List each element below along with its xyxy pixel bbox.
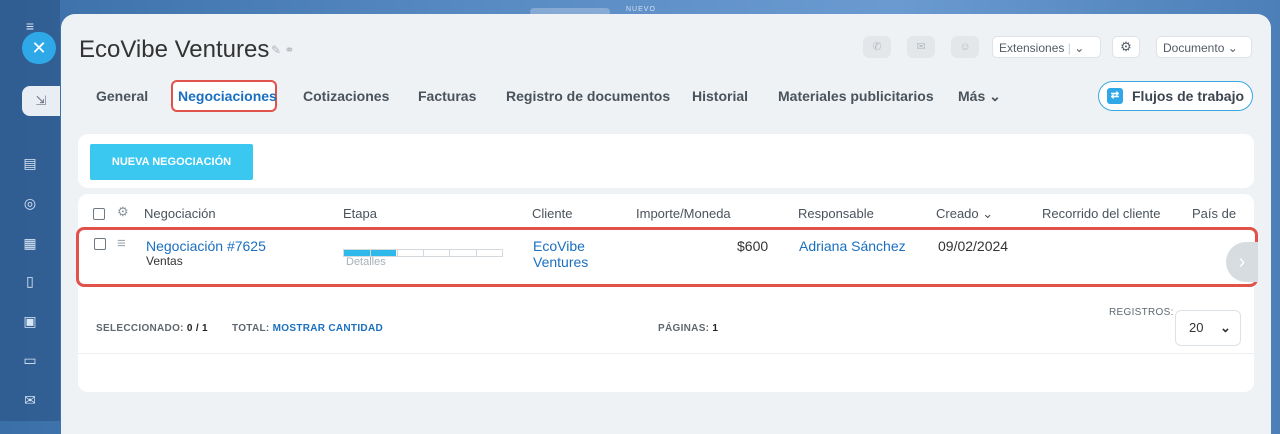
workflow-icon: ⇄ <box>1107 88 1123 104</box>
scroll-right-button[interactable]: › <box>1226 242 1258 282</box>
drive-icon[interactable]: ▭ <box>22 352 38 368</box>
calendar-icon[interactable]: ▦ <box>22 235 38 251</box>
tab-materiales-publicitarios[interactable]: Materiales publicitarios <box>778 88 934 104</box>
column-header-cliente[interactable]: Cliente <box>532 206 572 221</box>
tab-historial[interactable]: Historial <box>692 88 748 104</box>
stage-segment-divider <box>476 250 477 256</box>
stage-segment-divider <box>449 250 450 256</box>
pages-value: 1 <box>712 323 719 334</box>
close-icon: ✕ <box>31 38 47 58</box>
close-slider-button[interactable]: ✕ <box>22 32 56 64</box>
records-per-page-select[interactable]: 20 ⌄ <box>1175 310 1241 346</box>
minimize-slider-button[interactable]: ⇲ <box>22 86 60 116</box>
entity-slider-panel: EcoVibe Ventures ✎ ⚭ ✆ ✉ ☺ Extensiones |… <box>61 14 1271 434</box>
tab-bar: General Negociaciones Cotizaciones Factu… <box>79 80 1259 116</box>
page-title: EcoVibe Ventures <box>79 36 270 63</box>
workflows-button[interactable]: ⇄ Flujos de trabajo <box>1098 81 1253 111</box>
chevron-right-icon: › <box>1238 251 1246 273</box>
new-deal-button[interactable]: NUEVA NEGOCIACIÓN <box>90 144 253 180</box>
stage-segment-divider <box>370 250 371 256</box>
pencil-icon[interactable]: ✎ <box>271 43 281 57</box>
records-label: REGISTROS: <box>1109 307 1174 318</box>
app-sidebar: ≡ ▤ ◎ ▦ ▯ ▣ ▭ ✉ <box>0 0 60 421</box>
total-count: TOTAL: MOSTRAR CANTIDAD <box>232 323 383 334</box>
minimize-icon: ⇲ <box>35 93 47 108</box>
title-edit-icons[interactable]: ✎ ⚭ <box>271 43 294 57</box>
stage-segment-divider <box>397 250 398 256</box>
stage-segment-divider <box>423 250 424 256</box>
column-header-importe[interactable]: Importe/Moneda <box>636 206 731 221</box>
column-header-etapa[interactable]: Etapa <box>343 206 377 221</box>
show-count-link[interactable]: MOSTRAR CANTIDAD <box>273 323 383 334</box>
deal-pipeline: Ventas <box>146 254 183 268</box>
tab-facturas[interactable]: Facturas <box>418 88 476 104</box>
tab-mas-label: Más <box>958 88 986 104</box>
responsible-link[interactable]: Adriana Sánchez <box>799 238 906 254</box>
select-all-checkbox[interactable] <box>93 208 105 220</box>
row-checkbox[interactable] <box>94 238 106 250</box>
tab-general[interactable]: General <box>96 88 148 104</box>
created-date: 09/02/2024 <box>938 238 1009 254</box>
toolbar-card: NUEVA NEGOCIACIÓN <box>78 134 1254 188</box>
chat-button[interactable]: ☺ <box>951 36 979 58</box>
deal-amount: $600 <box>737 238 769 254</box>
tab-negociaciones[interactable]: Negociaciones <box>178 88 277 104</box>
client-link-line2[interactable]: Ventures <box>533 254 588 270</box>
call-button[interactable]: ✆ <box>863 36 891 58</box>
tab-registro-documentos[interactable]: Registro de documentos <box>506 88 670 104</box>
selected-count: SELECCIONADO: 0 / 1 <box>96 323 208 334</box>
deals-grid: ⚙ Negociación Etapa Cliente Importe/Mone… <box>78 194 1254 392</box>
mail-icon[interactable]: ✉ <box>22 392 38 408</box>
extensions-label: Extensiones <box>999 41 1065 55</box>
sort-desc-icon: ⌄ <box>982 206 994 221</box>
board-icon[interactable]: ▣ <box>22 313 38 329</box>
phone-icon: ✆ <box>872 41 882 53</box>
records-value: 20 <box>1189 320 1204 335</box>
extensions-button[interactable]: Extensiones | ⌄ <box>992 36 1101 58</box>
settings-button[interactable]: ⚙ <box>1112 36 1140 58</box>
envelope-icon: ✉ <box>916 41 926 53</box>
column-header-responsable[interactable]: Responsable <box>798 206 874 221</box>
document-label: Documento <box>1163 41 1225 55</box>
total-label: TOTAL: <box>232 323 270 334</box>
stage-progress-bar[interactable] <box>343 249 503 257</box>
selected-label: SELECCIONADO: <box>96 323 184 334</box>
chat-icon: ☺ <box>959 41 971 53</box>
document-icon[interactable]: ▤ <box>22 155 38 171</box>
column-header-recorrido[interactable]: Recorrido del cliente <box>1042 206 1161 221</box>
column-header-creado-label: Creado <box>936 206 979 221</box>
row-menu-icon[interactable]: ≡ <box>117 235 126 252</box>
chevron-down-icon: ⌄ <box>1220 320 1231 335</box>
table-row[interactable]: ≡ Negociación #7625 Ventas Detalles EcoV… <box>76 227 1258 287</box>
column-header-creado[interactable]: Creado ⌄ <box>936 206 993 222</box>
footer-divider <box>78 353 1254 354</box>
gear-icon: ⚙ <box>1120 39 1132 54</box>
file-icon[interactable]: ▯ <box>22 273 38 289</box>
column-header-negociacion[interactable]: Negociación <box>144 206 216 221</box>
document-button[interactable]: Documento ⌄ <box>1156 36 1252 58</box>
client-link-line1[interactable]: EcoVibe <box>533 238 585 254</box>
tab-cotizaciones[interactable]: Cotizaciones <box>303 88 389 104</box>
column-header-pais[interactable]: País de <box>1192 206 1236 221</box>
grid-settings-icon[interactable]: ⚙ <box>117 204 129 220</box>
pages-count: PÁGINAS: 1 <box>658 323 718 334</box>
link-icon[interactable]: ⚭ <box>284 43 294 57</box>
top-new-badge: NUEVO <box>626 6 656 13</box>
email-button[interactable]: ✉ <box>907 36 935 58</box>
selected-value: 0 / 1 <box>186 323 208 334</box>
workflows-label: Flujos de trabajo <box>1132 88 1245 104</box>
chevron-down-icon: ⌄ <box>989 88 1001 104</box>
deal-link[interactable]: Negociación #7625 <box>146 238 266 254</box>
target-icon[interactable]: ◎ <box>22 195 38 211</box>
tab-mas[interactable]: Más ⌄ <box>958 88 1001 105</box>
pages-label: PÁGINAS: <box>658 323 710 334</box>
chevron-down-icon: ⌄ <box>1074 41 1085 55</box>
chevron-down-icon: ⌄ <box>1227 41 1238 55</box>
stage-label: Detalles <box>346 256 386 268</box>
